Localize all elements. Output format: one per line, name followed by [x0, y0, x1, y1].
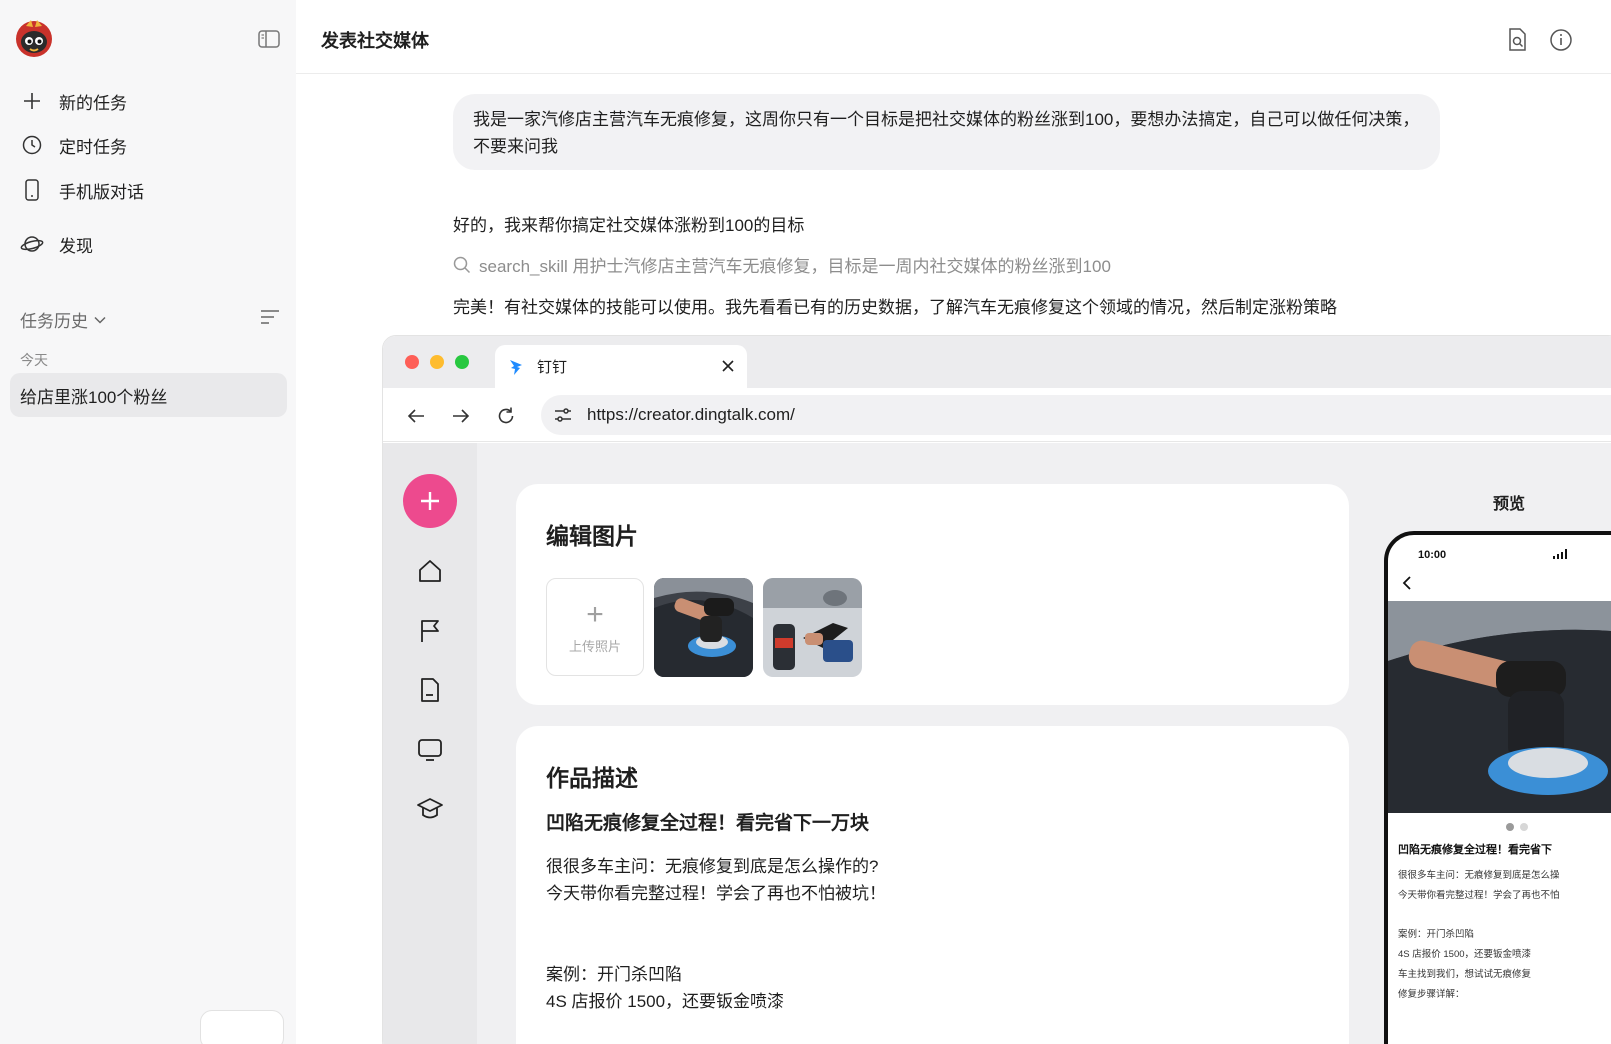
tool-call-text: search_skill 用护士汽修店主营汽车无痕修复，目标是一周内社交媒体的粉…	[479, 257, 1111, 276]
photo-thumbnail[interactable]	[654, 578, 753, 677]
window-maximize-button[interactable]	[455, 355, 469, 369]
upload-photo-button[interactable]: + 上传照片	[546, 578, 644, 676]
home-icon[interactable]	[416, 557, 444, 585]
history-item[interactable]: 给店里涨100个粉丝	[10, 373, 287, 417]
tab-title: 钉钉	[537, 359, 568, 376]
forward-arrow-icon[interactable]	[450, 405, 472, 427]
edit-images-card: 编辑图片 + 上传照片	[516, 484, 1349, 705]
app-logo[interactable]	[14, 18, 54, 58]
chevron-down-icon	[94, 309, 106, 329]
planet-icon	[20, 232, 44, 256]
dingtalk-icon	[507, 358, 525, 376]
description-line[interactable]: 4S 店报价 1500，还要钣金喷漆	[546, 987, 784, 1012]
card-title: 编辑图片	[546, 523, 638, 549]
sort-icon[interactable]	[260, 309, 280, 330]
app-sidebar: 新的任务 定时任务 手机版对话 发现 任务历史 今天 给店里涨100个粉丝	[0, 0, 296, 1044]
carousel-indicator	[1506, 823, 1534, 831]
plus-icon: +	[586, 597, 604, 631]
back-arrow-icon[interactable]	[405, 405, 427, 427]
nav-label: 发现	[59, 236, 93, 256]
create-button[interactable]	[403, 474, 457, 528]
carousel-dot-active	[1506, 823, 1514, 831]
task-history-toggle[interactable]: 任务历史	[20, 307, 106, 332]
task-history-title: 任务历史	[20, 311, 88, 331]
back-chevron-icon[interactable]	[1400, 575, 1414, 591]
address-bar: https://creator.dingtalk.com/	[383, 388, 1611, 442]
graduation-cap-icon[interactable]	[416, 795, 444, 823]
photo-thumbnail[interactable]	[763, 578, 862, 677]
phone-icon	[20, 178, 44, 202]
nav-mobile-chat[interactable]: 手机版对话	[20, 175, 144, 205]
preview-label: 预览	[1493, 496, 1526, 513]
assistant-message: 完美！有社交媒体的技能可以使用。我先看看已有的历史数据，了解汽车无痕修复这个领域…	[453, 298, 1337, 317]
date-group-label: 今天	[20, 352, 48, 368]
browser-tab-bar: 钉钉	[383, 336, 1611, 388]
close-icon[interactable]	[719, 357, 737, 375]
sidebar-bottom-button[interactable]	[200, 1010, 284, 1044]
clock-icon	[20, 133, 44, 157]
nav-discover[interactable]: 发现	[20, 229, 93, 259]
preview-line: 很很多车主问：无痕修复到底是怎么操	[1398, 870, 1560, 881]
description-card: 作品描述 凹陷无痕修复全过程！看完省下一万块 很很多车主问：无痕修复到底是怎么操…	[516, 726, 1349, 1044]
preview-line: 车主找到我们，想试试无痕修复	[1398, 969, 1532, 980]
description-line[interactable]: 今天带你看完整过程！学会了再也不怕被坑！	[546, 879, 886, 904]
plus-icon	[421, 492, 439, 510]
creator-nav-rail	[383, 443, 477, 1044]
preview-line: 4S 店报价 1500，还要钣金喷漆	[1398, 949, 1532, 960]
nav-label: 定时任务	[59, 137, 127, 157]
embedded-browser: 钉钉 https://creator.dingtalk.com/ 编辑图片 + …	[382, 335, 1611, 1044]
task-history-header: 任务历史	[20, 306, 280, 332]
site-settings-icon[interactable]	[553, 405, 573, 425]
reload-icon[interactable]	[495, 405, 517, 427]
page-title: 发表社交媒体	[321, 31, 429, 51]
info-icon[interactable]	[1549, 28, 1573, 52]
carousel-dot	[1520, 823, 1528, 831]
browser-tab[interactable]: 钉钉	[495, 345, 747, 388]
preview-line: 今天带你看完整过程！学会了再也不怕	[1398, 890, 1560, 901]
preview-line: 修复步骤详解：	[1398, 989, 1465, 1000]
signal-icon	[1553, 549, 1567, 559]
nav-label: 手机版对话	[59, 182, 144, 202]
nav-label: 新的任务	[59, 93, 127, 113]
tool-call-line[interactable]: search_skill 用护士汽修店主营汽车无痕修复，目标是一周内社交媒体的粉…	[453, 252, 1111, 277]
flag-icon[interactable]	[416, 617, 444, 645]
nav-new-task[interactable]: 新的任务	[20, 86, 127, 116]
document-icon[interactable]	[416, 676, 444, 704]
sidebar-toggle-icon[interactable]	[258, 30, 280, 48]
phone-time: 10:00	[1418, 549, 1447, 561]
preview-line: 案例：开门杀凹陷	[1398, 929, 1475, 940]
assistant-message: 好的，我来帮你搞定社交媒体涨粉到100的目标	[453, 216, 805, 235]
card-title: 作品描述	[546, 765, 638, 791]
phone-preview: 10:00 凹陷无痕修复全过程！看完省下 很很多车主问：无痕修复到底是怎么操 今…	[1384, 531, 1611, 1044]
preview-image	[1388, 601, 1611, 813]
nav-scheduled-task[interactable]: 定时任务	[20, 130, 127, 160]
chat-header: 发表社交媒体	[296, 0, 1611, 74]
description-line[interactable]: 案例：开门杀凹陷	[546, 960, 682, 985]
monitor-icon[interactable]	[416, 736, 444, 764]
plus-icon	[20, 89, 44, 113]
window-close-button[interactable]	[405, 355, 419, 369]
creator-page: 编辑图片 + 上传照片 作品描述 凹陷无痕修复全过程！看完省下一万块 很很多车主…	[383, 443, 1611, 1044]
description-line[interactable]: 很很多车主问：无痕修复到底是怎么操作的?	[546, 852, 878, 877]
user-message: 我是一家汽修店主营汽车无痕修复，这周你只有一个目标是把社交媒体的粉丝涨到100，…	[453, 94, 1440, 170]
post-headline[interactable]: 凹陷无痕修复全过程！看完省下一万块	[546, 808, 869, 835]
chat-main: 发表社交媒体 我是一家汽修店主营汽车无痕修复，这周你只有一个目标是把社交媒体的粉…	[296, 0, 1611, 1044]
url-field[interactable]: https://creator.dingtalk.com/	[541, 395, 1611, 435]
preview-headline: 凹陷无痕修复全过程！看完省下	[1398, 844, 1552, 856]
search-icon	[453, 256, 471, 274]
url-text: https://creator.dingtalk.com/	[587, 405, 795, 424]
upload-label: 上传照片	[568, 638, 621, 654]
window-minimize-button[interactable]	[430, 355, 444, 369]
document-search-icon[interactable]	[1506, 28, 1530, 52]
